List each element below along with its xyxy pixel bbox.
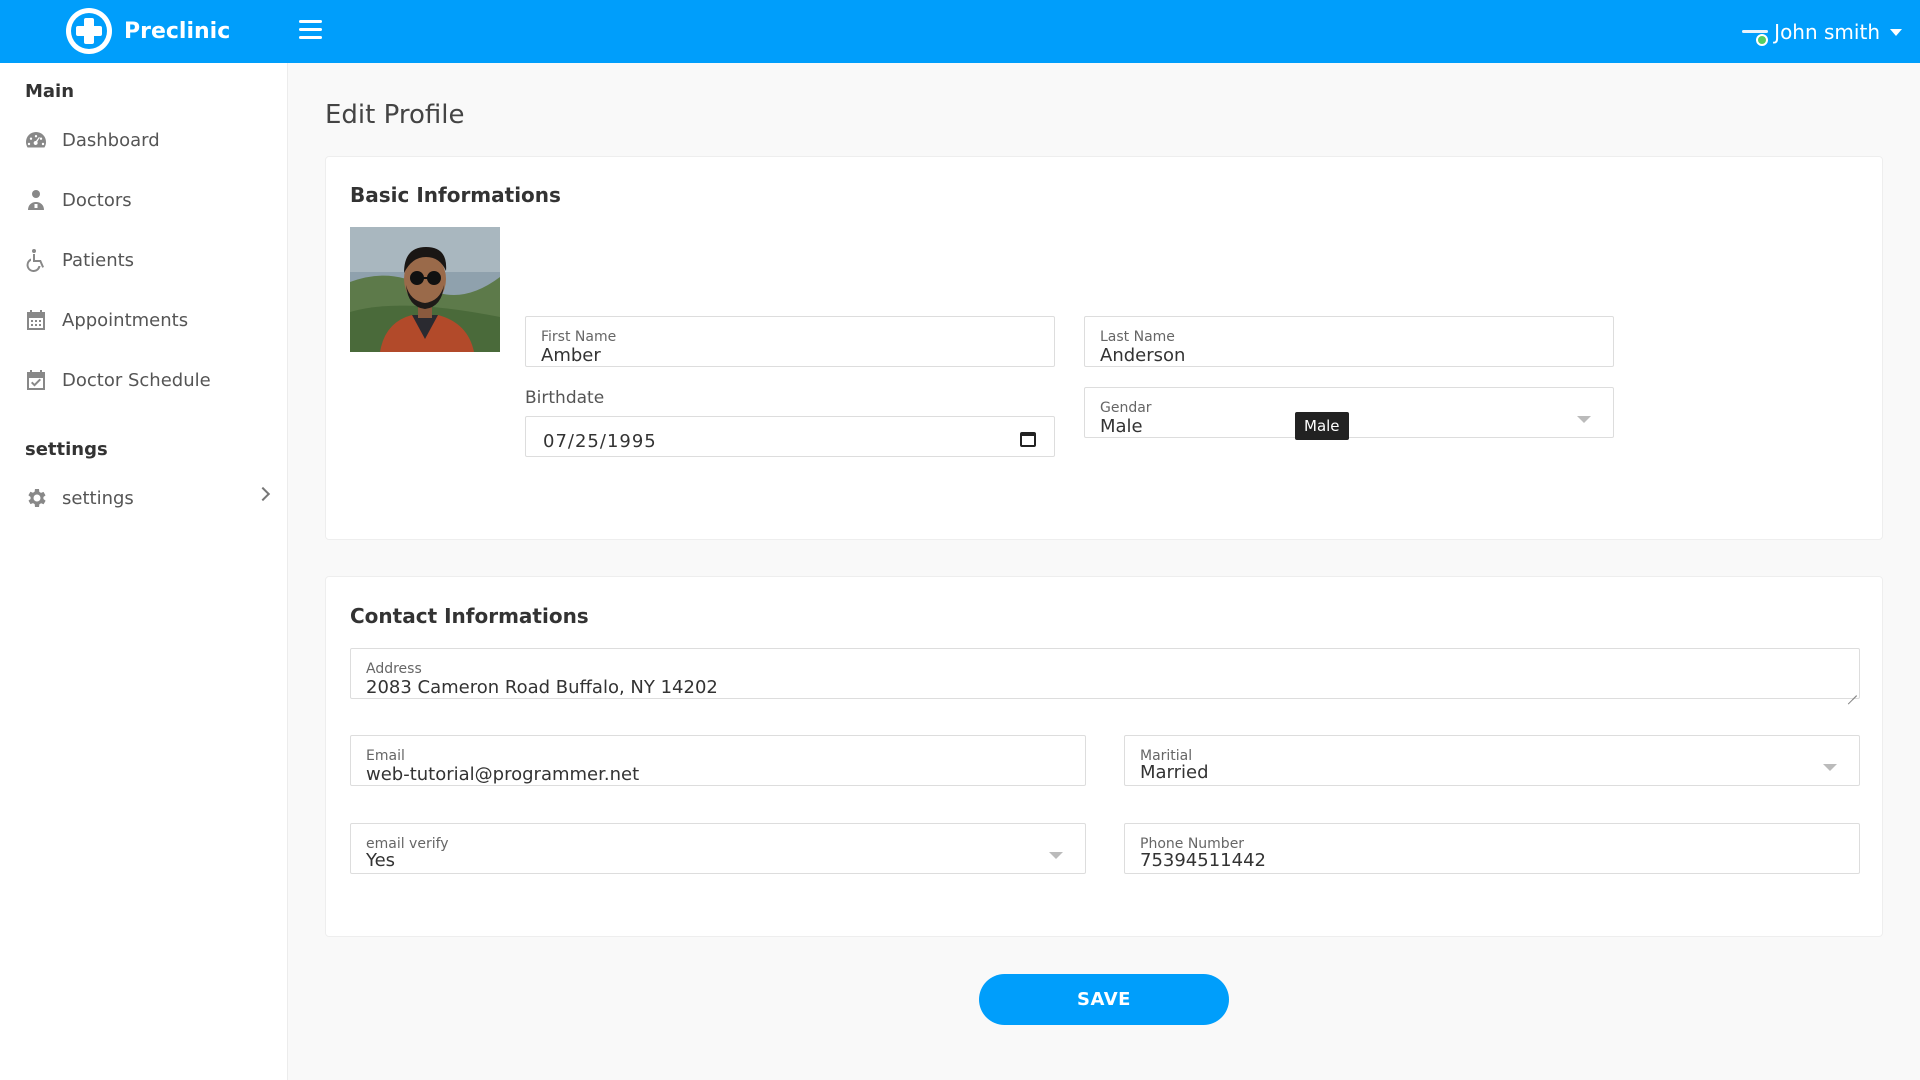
sidebar-item-label: Dashboard bbox=[62, 129, 160, 151]
chevron-down-icon bbox=[1823, 764, 1837, 771]
sidebar-item-label: Doctor Schedule bbox=[62, 369, 211, 391]
address-textarea[interactable]: Address 2083 Cameron Road Buffalo, NY 14… bbox=[350, 648, 1860, 699]
app-logo[interactable]: Preclinic bbox=[66, 8, 230, 54]
gender-label: Gendar bbox=[1100, 400, 1152, 416]
dashboard-icon bbox=[26, 132, 47, 148]
contact-info-title: Contact Informations bbox=[350, 604, 589, 628]
calendar-icon bbox=[27, 310, 45, 330]
sidebar-item-label: Doctors bbox=[62, 189, 132, 211]
user-avatar bbox=[1740, 18, 1770, 46]
phone-number-value: 75394511442 bbox=[1140, 850, 1266, 871]
gender-value: Male bbox=[1100, 416, 1143, 437]
calendar-picker-icon[interactable] bbox=[1020, 432, 1036, 447]
sidebar-item-label: Appointments bbox=[62, 309, 189, 331]
phone-number-field[interactable]: Phone Number 75394511442 bbox=[1124, 823, 1860, 874]
email-verify-value: Yes bbox=[366, 850, 396, 871]
sidebar-item-appointments[interactable]: Appointments bbox=[0, 298, 288, 342]
sidebar-section-settings: settings bbox=[25, 439, 108, 460]
wheelchair-icon bbox=[26, 249, 44, 272]
doctor-icon bbox=[28, 190, 44, 210]
basic-info-card: Basic Informations First Name Amber Last… bbox=[325, 156, 1883, 540]
sidebar-item-doctors[interactable]: Doctors bbox=[0, 178, 288, 222]
sidebar-item-label: Patients bbox=[62, 249, 135, 271]
first-name-label: First Name bbox=[541, 329, 617, 345]
contact-info-card: Contact Informations Address 2083 Camero… bbox=[325, 576, 1883, 937]
email-field[interactable]: Email web-tutorial@programmer.net bbox=[350, 735, 1086, 786]
email-label: Email bbox=[366, 748, 405, 764]
chevron-down-icon bbox=[1890, 28, 1902, 36]
save-button[interactable]: SAVE bbox=[979, 974, 1229, 1025]
birthdate-input[interactable]: 07/25/1995 bbox=[525, 416, 1055, 457]
user-name: John smith bbox=[1774, 20, 1880, 44]
birthdate-label: Birthdate bbox=[525, 388, 605, 408]
birthdate-value: 07/25/1995 bbox=[543, 431, 657, 452]
email-verify-select[interactable]: email verify Yes bbox=[350, 823, 1086, 874]
gender-tooltip: Male bbox=[1295, 412, 1349, 440]
sidebar-section-main: Main bbox=[25, 81, 75, 102]
first-name-value: Amber bbox=[541, 345, 601, 366]
top-header: Preclinic John smith bbox=[0, 0, 1920, 63]
online-status-icon bbox=[1756, 34, 1769, 46]
gender-select[interactable]: Gendar Male Male bbox=[1084, 387, 1614, 440]
sidebar-item-doctor-schedule[interactable]: Doctor Schedule bbox=[0, 358, 288, 402]
user-menu[interactable]: John smith bbox=[1740, 18, 1902, 46]
chevron-down-icon bbox=[1577, 416, 1591, 423]
address-label: Address bbox=[366, 661, 422, 677]
last-name-field[interactable]: Last Name Anderson bbox=[1084, 316, 1614, 367]
last-name-value: Anderson bbox=[1100, 345, 1186, 366]
sidebar-item-label: settings bbox=[62, 487, 134, 509]
profile-photo[interactable] bbox=[350, 227, 500, 352]
basic-info-title: Basic Informations bbox=[350, 183, 561, 207]
first-name-field[interactable]: First Name Amber bbox=[525, 316, 1055, 367]
gear-icon bbox=[28, 489, 46, 507]
sidebar: Main Dashboard Doctors Patients Appointm… bbox=[0, 63, 288, 1080]
sidebar-item-patients[interactable]: Patients bbox=[0, 238, 288, 282]
resize-handle-icon[interactable] bbox=[1847, 686, 1857, 696]
marital-value: Married bbox=[1140, 762, 1209, 783]
app-name: Preclinic bbox=[124, 18, 231, 44]
chevron-down-icon bbox=[1049, 852, 1063, 859]
sidebar-item-settings[interactable]: settings bbox=[0, 476, 288, 520]
menu-toggle-icon[interactable] bbox=[299, 20, 322, 40]
page-title: Edit Profile bbox=[325, 100, 465, 130]
marital-select[interactable]: Maritial Married bbox=[1124, 735, 1860, 786]
address-value: 2083 Cameron Road Buffalo, NY 14202 bbox=[366, 677, 718, 698]
sidebar-item-dashboard[interactable]: Dashboard bbox=[0, 118, 288, 162]
email-value: web-tutorial@programmer.net bbox=[366, 764, 640, 785]
calendar-check-icon bbox=[27, 370, 45, 390]
chevron-right-icon bbox=[255, 486, 271, 502]
logo-cross-icon bbox=[66, 8, 112, 54]
last-name-label: Last Name bbox=[1100, 329, 1175, 345]
